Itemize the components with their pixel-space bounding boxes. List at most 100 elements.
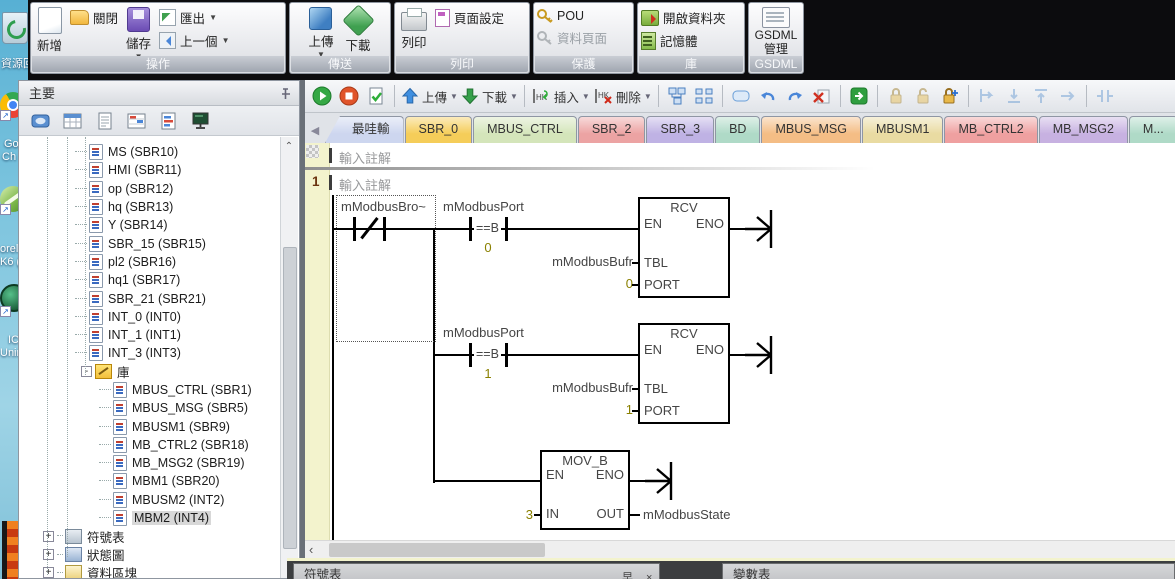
comment-box-icon[interactable]	[729, 84, 753, 108]
tab-mbusm1[interactable]: MBUSM1	[862, 116, 943, 143]
rcv-block[interactable]: RCV EN ENO TBL PORT	[638, 323, 730, 424]
communications-icon[interactable]	[189, 110, 213, 132]
variable-table-panel-header[interactable]: 變數表	[722, 563, 1175, 579]
tab-mb-msg2[interactable]: MB_MSG2	[1039, 116, 1128, 143]
tree-item[interactable]: MB_CTRL2 (SBR18)	[19, 436, 282, 454]
tab-more[interactable]: M...	[1129, 116, 1175, 143]
pou-diagram-icon[interactable]	[665, 84, 689, 108]
contact-operand[interactable]: mModbusBro~	[341, 199, 426, 214]
gsdml-manage-button[interactable]: GSDML 管理	[752, 5, 801, 58]
tab-bd[interactable]: BD	[715, 116, 760, 143]
out-operand[interactable]: mModbusState	[643, 507, 730, 522]
tab-mbus-msg[interactable]: MBUS_MSG	[761, 116, 861, 143]
export-button[interactable]: 匯出 ▼	[159, 8, 229, 27]
tbl-operand[interactable]: mModbusBufr	[485, 254, 633, 269]
tree-item[interactable]: MBUS_CTRL (SBR1)	[19, 381, 282, 399]
cross-reference-icon[interactable]	[157, 110, 181, 132]
program-block-icon[interactable]	[29, 110, 53, 132]
panel-close-icon[interactable]: ×	[646, 567, 656, 579]
tree-item-selected[interactable]: MBM2 (INT4)	[19, 509, 282, 527]
tree-item[interactable]: MB_MSG2 (SBR19)	[19, 454, 282, 472]
expand-expander-icon[interactable]: +	[43, 549, 54, 560]
compare-operator[interactable]: ==B	[474, 347, 501, 361]
expand-expander-icon[interactable]: +	[43, 567, 54, 578]
tree-item[interactable]: MBUS_MSG (SBR5)	[19, 399, 282, 417]
page-setup-button[interactable]: 頁面設定	[435, 8, 504, 27]
tab-sbr2[interactable]: SBR_2	[578, 116, 646, 143]
open-folder-button[interactable]: 開啟資料夾	[641, 8, 726, 27]
panel-pin-icon[interactable]: 早	[622, 567, 637, 579]
rcv-block[interactable]: RCV EN ENO TBL PORT	[638, 197, 730, 298]
symbol-table-icon[interactable]	[61, 110, 85, 132]
tree-item[interactable]: INT_0 (INT0)	[19, 308, 282, 326]
compare-value[interactable]: 0	[473, 240, 503, 255]
compare-value[interactable]: 1	[473, 366, 503, 381]
previous-button[interactable]: 上一個 ▼	[159, 31, 229, 50]
contact-operand[interactable]: mModbusPort	[443, 199, 524, 214]
tree-item[interactable]: hq (SBR13)	[19, 198, 282, 216]
save-button[interactable]: 儲存 ▼	[123, 5, 154, 62]
download-toolbar-button[interactable]: 下載▼	[461, 87, 518, 106]
tbl-operand[interactable]: mModbusBufr	[485, 380, 633, 395]
tree-item[interactable]: Y (SBR14)	[19, 216, 282, 234]
tree-item-data-block[interactable]: +資料區塊	[19, 564, 282, 578]
tab-sbr3[interactable]: SBR_3	[646, 116, 714, 143]
tab-mb-ctrl2[interactable]: MB_CTRL2	[944, 116, 1037, 143]
scrollbar-thumb[interactable]	[283, 247, 297, 549]
tree-item[interactable]: INT_3 (INT3)	[19, 344, 282, 362]
memory-button[interactable]: 記憶體	[641, 31, 726, 50]
tree-item-library[interactable]: -庫	[19, 363, 282, 381]
mov-block[interactable]: MOV_B EN ENO IN OUT	[540, 450, 630, 530]
tree-item[interactable]: MBM1 (SBR20)	[19, 472, 282, 490]
new-button[interactable]: 新增	[34, 5, 65, 56]
tree-item[interactable]: HMI (SBR11)	[19, 161, 282, 179]
tab-main[interactable]: 最哇輸	[325, 116, 404, 143]
tree-item-symbol-table[interactable]: +符號表	[19, 527, 282, 545]
editor-hscrollbar[interactable]: ‹	[305, 540, 1175, 559]
data-block-icon[interactable]	[93, 110, 117, 132]
scroll-up-icon[interactable]: ⌃	[281, 139, 297, 155]
dropdown-caret-icon[interactable]: ▼	[222, 37, 230, 44]
undo-icon[interactable]	[756, 84, 780, 108]
tree-item[interactable]: pl2 (SBR16)	[19, 253, 282, 271]
tree-scrollbar[interactable]: ⌃	[280, 137, 298, 578]
goto-next-icon[interactable]	[847, 84, 871, 108]
delete-button[interactable]: HK 刪除▼	[593, 87, 652, 106]
close-button[interactable]: 關閉	[70, 8, 118, 27]
pin-icon[interactable]	[279, 88, 291, 100]
tab-sbr0[interactable]: SBR_0	[405, 116, 473, 143]
upload-button[interactable]: 上傳 ▼	[305, 5, 336, 60]
dropdown-caret-icon[interactable]: ▼	[209, 14, 217, 21]
expand-expander-icon[interactable]: +	[43, 531, 54, 542]
tree-item[interactable]: MS (SBR10)	[19, 143, 282, 161]
tree-item[interactable]: MBUSM1 (SBR9)	[19, 417, 282, 435]
redo-icon[interactable]	[783, 84, 807, 108]
scroll-left-icon[interactable]: ‹	[309, 542, 313, 557]
tree-item[interactable]: SBR_15 (SBR15)	[19, 234, 282, 252]
stop-button[interactable]	[337, 84, 361, 108]
pou-protect-button[interactable]: POU	[537, 8, 607, 24]
tab-mbus-ctrl[interactable]: MBUS_CTRL	[473, 116, 577, 143]
recycle-bin-icon[interactable]	[2, 12, 28, 44]
dropdown-caret-icon[interactable]: ▼	[510, 92, 518, 101]
compile-button[interactable]	[364, 84, 388, 108]
print-button[interactable]: 列印	[398, 5, 430, 53]
tree-item[interactable]: INT_1 (INT1)	[19, 326, 282, 344]
tree-item-status-chart[interactable]: +狀態圖	[19, 546, 282, 564]
contact-operand[interactable]: mModbusPort	[443, 325, 524, 340]
tree-item[interactable]: hq1 (SBR17)	[19, 271, 282, 289]
dropdown-caret-icon[interactable]: ▼	[450, 92, 458, 101]
symbol-table-panel-header[interactable]: 符號表 早 ×	[293, 563, 660, 579]
insert-button[interactable]: HK 插入▼	[531, 87, 590, 106]
delete-page-icon[interactable]	[810, 84, 834, 108]
program-comment[interactable]: 輸入註解	[339, 148, 391, 167]
status-chart-icon[interactable]	[125, 110, 149, 132]
run-button[interactable]	[310, 84, 334, 108]
network-comment[interactable]: 輸入註解	[339, 175, 391, 194]
port-operand[interactable]: 0	[485, 276, 633, 291]
dropdown-caret-icon[interactable]: ▼	[644, 92, 652, 101]
collapse-expander-icon[interactable]: -	[81, 366, 92, 377]
tab-scroll-left-icon[interactable]: ◀	[305, 117, 325, 143]
scrollbar-thumb[interactable]	[329, 543, 545, 557]
upload-toolbar-button[interactable]: 上傳▼	[401, 87, 458, 106]
